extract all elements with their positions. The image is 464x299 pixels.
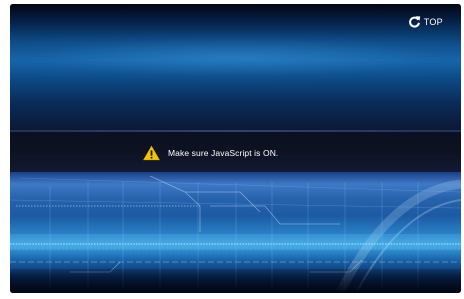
splash-screen: TOP Make sure JavaScript is ON. <box>10 4 461 293</box>
javascript-notice: Make sure JavaScript is ON. <box>143 145 278 161</box>
notice-message: Make sure JavaScript is ON. <box>168 148 279 158</box>
bottom-shade <box>10 269 461 293</box>
sky-glow <box>10 32 461 82</box>
top-button-label: TOP <box>423 16 443 27</box>
refresh-arrow-icon <box>408 16 421 28</box>
page-frame: TOP Make sure JavaScript is ON. <box>0 0 464 299</box>
top-button[interactable]: TOP <box>408 15 443 28</box>
warning-icon <box>143 145 160 161</box>
